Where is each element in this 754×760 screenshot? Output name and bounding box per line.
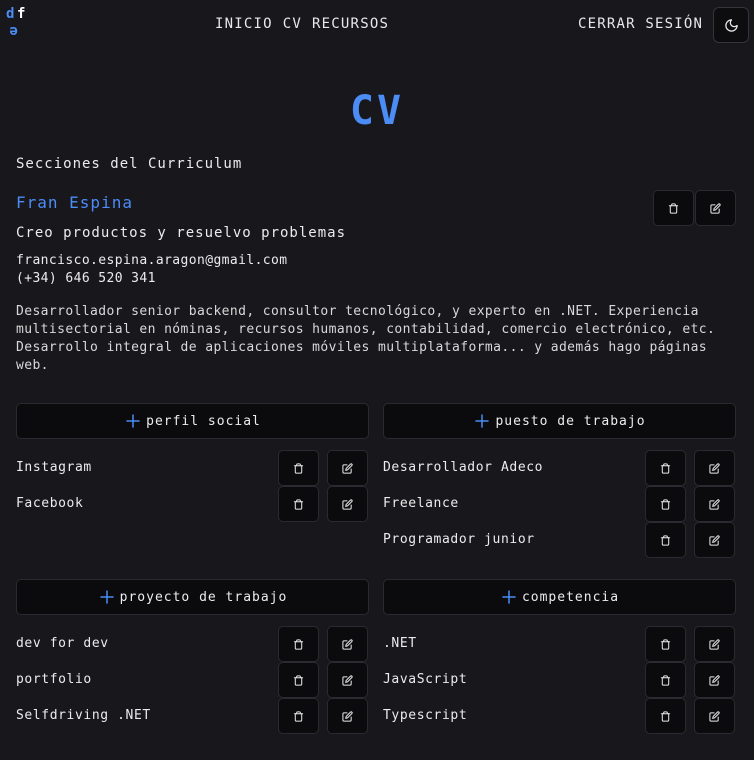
edit-item-button[interactable] xyxy=(694,486,735,522)
trash-icon xyxy=(660,638,671,650)
edit-item-button[interactable] xyxy=(327,450,368,486)
add-section-label: proyecto de trabajo xyxy=(119,589,288,605)
delete-item-button[interactable] xyxy=(278,626,319,662)
delete-item-button[interactable] xyxy=(645,450,686,486)
edit-icon xyxy=(709,674,720,686)
edit-icon xyxy=(709,710,720,722)
nav-item-cv[interactable]: CV xyxy=(283,16,302,32)
list-item-label: Facebook xyxy=(16,496,84,511)
list-item-label: JavaScript xyxy=(383,672,468,687)
list-item-label: Selfdriving .NET xyxy=(16,708,151,723)
nav-item-inicio[interactable]: INICIO xyxy=(215,16,273,32)
delete-item-button[interactable] xyxy=(278,698,319,734)
list-item-label: Freelance xyxy=(383,496,459,511)
edit-item-button[interactable] xyxy=(694,662,735,698)
profile-name: Fran Espina xyxy=(16,193,133,212)
edit-icon xyxy=(342,498,353,510)
delete-item-button[interactable] xyxy=(645,698,686,734)
trash-icon xyxy=(668,202,679,214)
delete-item-button[interactable] xyxy=(645,626,686,662)
list-item-label: Programador junior xyxy=(383,532,535,547)
edit-icon xyxy=(709,498,720,510)
plus-icon xyxy=(502,590,516,604)
logo-letter-f: f xyxy=(17,6,26,22)
edit-icon xyxy=(709,534,720,546)
edit-icon xyxy=(342,710,353,722)
list-item-label: Instagram xyxy=(16,460,92,475)
trash-icon xyxy=(293,674,304,686)
plus-icon xyxy=(126,414,140,428)
delete-item-button[interactable] xyxy=(645,486,686,522)
logo-letter-e: e xyxy=(9,23,18,39)
list-item-label: Typescript xyxy=(383,708,468,723)
edit-item-button[interactable] xyxy=(694,698,735,734)
profile-edit-button[interactable] xyxy=(695,190,736,226)
logo-letter-d: d xyxy=(6,6,15,22)
add-section-button[interactable]: competencia xyxy=(383,579,736,615)
theme-toggle-button[interactable] xyxy=(713,7,749,43)
list-item-label: portfolio xyxy=(16,672,92,687)
edit-icon xyxy=(342,638,353,650)
page-title: CV xyxy=(349,88,405,134)
add-section-button[interactable]: proyecto de trabajo xyxy=(16,579,369,615)
trash-icon xyxy=(293,498,304,510)
moon-icon xyxy=(724,18,738,32)
delete-item-button[interactable] xyxy=(645,522,686,558)
list-item-label: dev for dev xyxy=(16,636,109,651)
plus-icon xyxy=(475,414,490,428)
edit-item-button[interactable] xyxy=(327,662,368,698)
edit-icon xyxy=(710,202,721,214)
add-section-button[interactable]: perfil social xyxy=(16,403,369,439)
delete-item-button[interactable] xyxy=(645,662,686,698)
trash-icon xyxy=(660,674,671,686)
edit-item-button[interactable] xyxy=(327,626,368,662)
edit-item-button[interactable] xyxy=(694,522,735,558)
add-section-button[interactable]: puesto de trabajo xyxy=(383,403,736,439)
edit-item-button[interactable] xyxy=(327,486,368,522)
plus-icon xyxy=(99,590,114,604)
profile-delete-button[interactable] xyxy=(653,190,694,226)
profile-summary: Desarrollador senior backend, consultor … xyxy=(16,304,716,373)
list-item-label: Desarrollador Adeco xyxy=(383,460,544,475)
delete-item-button[interactable] xyxy=(278,662,319,698)
top-navigation-bar: d f e INICIO CV RECURSOS CERRAR SESIÓN xyxy=(0,0,754,50)
edit-icon xyxy=(709,638,720,650)
edit-icon xyxy=(709,462,720,474)
delete-item-button[interactable] xyxy=(278,486,319,522)
site-logo[interactable]: d f e xyxy=(6,6,28,40)
edit-item-button[interactable] xyxy=(694,626,735,662)
edit-icon xyxy=(342,462,353,474)
main-nav: INICIO CV RECURSOS xyxy=(215,16,389,32)
delete-item-button[interactable] xyxy=(278,450,319,486)
trash-icon xyxy=(293,710,304,722)
logout-link[interactable]: CERRAR SESIÓN xyxy=(578,16,703,32)
add-section-label: puesto de trabajo xyxy=(495,413,646,429)
trash-icon xyxy=(660,462,671,474)
trash-icon xyxy=(660,498,671,510)
profile-email: francisco.espina.aragon@gmail.com xyxy=(16,253,288,268)
trash-icon xyxy=(293,462,304,474)
trash-icon xyxy=(660,534,671,546)
profile-headline: Creo productos y resuelvo problemas xyxy=(16,225,347,241)
profile-phone: (+34) 646 520 341 xyxy=(16,271,156,286)
add-section-label: perfil social xyxy=(146,413,261,429)
trash-icon xyxy=(660,710,671,722)
trash-icon xyxy=(293,638,304,650)
add-section-label: competencia xyxy=(521,589,620,605)
nav-item-recursos[interactable]: RECURSOS xyxy=(312,16,389,32)
edit-item-button[interactable] xyxy=(327,698,368,734)
edit-item-button[interactable] xyxy=(694,450,735,486)
sections-heading: Secciones del Curriculum xyxy=(16,156,243,172)
edit-icon xyxy=(342,674,353,686)
list-item-label: .NET xyxy=(383,636,417,651)
